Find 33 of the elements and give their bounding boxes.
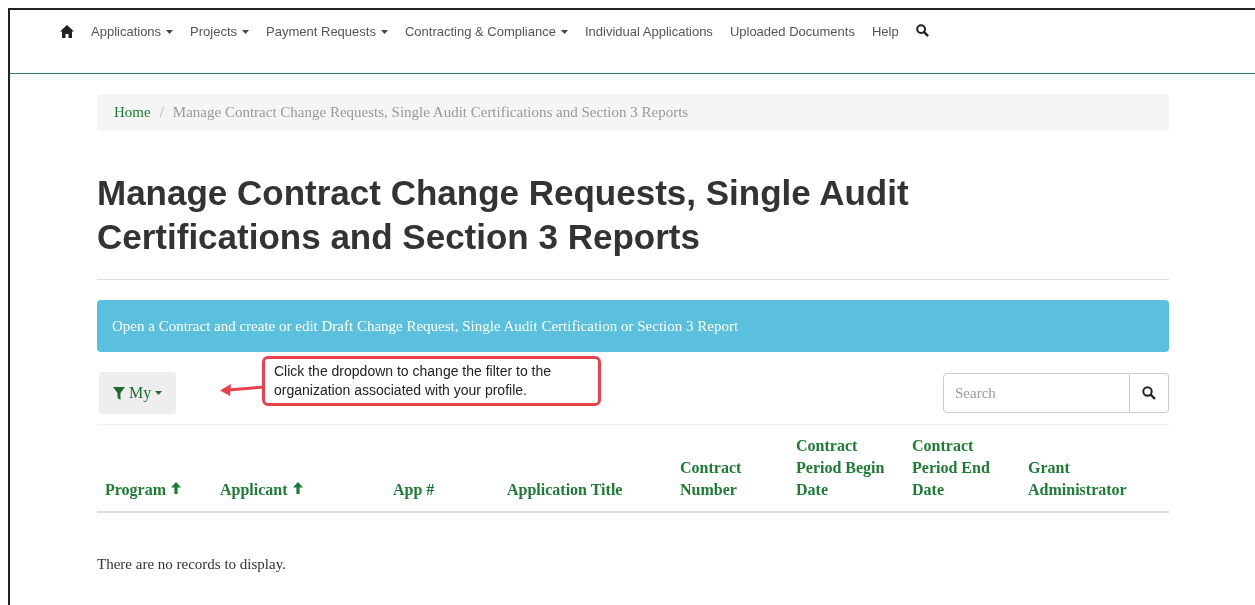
breadcrumb-separator: /	[159, 103, 164, 123]
column-header[interactable]: Application Title	[507, 479, 623, 501]
column-header[interactable]: Contract Period Begin Date	[796, 435, 900, 501]
nav-link[interactable]: Contracting & Compliance	[404, 22, 568, 42]
column-header[interactable]: App #	[393, 479, 435, 501]
column-header[interactable]: Applicant	[220, 481, 288, 498]
nav-link[interactable]: Applications	[91, 22, 174, 42]
nav-link[interactable]: Individual Applications	[584, 22, 713, 42]
column-header[interactable]: Program	[105, 481, 166, 498]
search-icon[interactable]	[1142, 386, 1156, 400]
empty-message: There are no records to display.	[97, 555, 286, 574]
filter-dropdown-button[interactable]: My	[99, 372, 177, 414]
nav-link[interactable]: Uploaded Documents	[729, 22, 855, 42]
search-icon[interactable]	[915, 24, 929, 37]
search-field[interactable]: Search	[943, 373, 1130, 413]
callout: Click the dropdown to change the filter to the organization associated with your profile.	[262, 356, 601, 406]
nav-link[interactable]: Payment Requests	[266, 22, 388, 42]
sort-up-icon[interactable]	[292, 482, 303, 494]
page-heading: Manage Contract Change Requests, Single Audit Certifications and Section 3 Reports	[97, 172, 910, 258]
arrow	[220, 382, 264, 396]
filter-icon	[113, 386, 125, 400]
nav-link[interactable]: Help	[871, 22, 899, 42]
caret-icon	[155, 391, 163, 395]
search-button[interactable]	[1130, 373, 1169, 413]
breadcrumb-current: Manage Contract Change Requests, Single Audit Certifications and Section 3 Reports	[172, 103, 689, 123]
column-header[interactable]: Contract Number	[680, 457, 784, 501]
nav-link[interactable]: Projects	[190, 22, 250, 42]
sort-up-icon[interactable]	[171, 482, 181, 494]
column-header[interactable]: Contract Period End Date	[912, 435, 1016, 501]
breadcrumb-link[interactable]: Home	[114, 101, 151, 124]
info-banner: Open a Contract and create or edit Draft Change Request, Single Audit Certification or Section 3 Report	[97, 300, 1169, 352]
home-icon[interactable]	[60, 25, 74, 38]
column-header[interactable]: Grant Administrator	[1028, 457, 1165, 501]
